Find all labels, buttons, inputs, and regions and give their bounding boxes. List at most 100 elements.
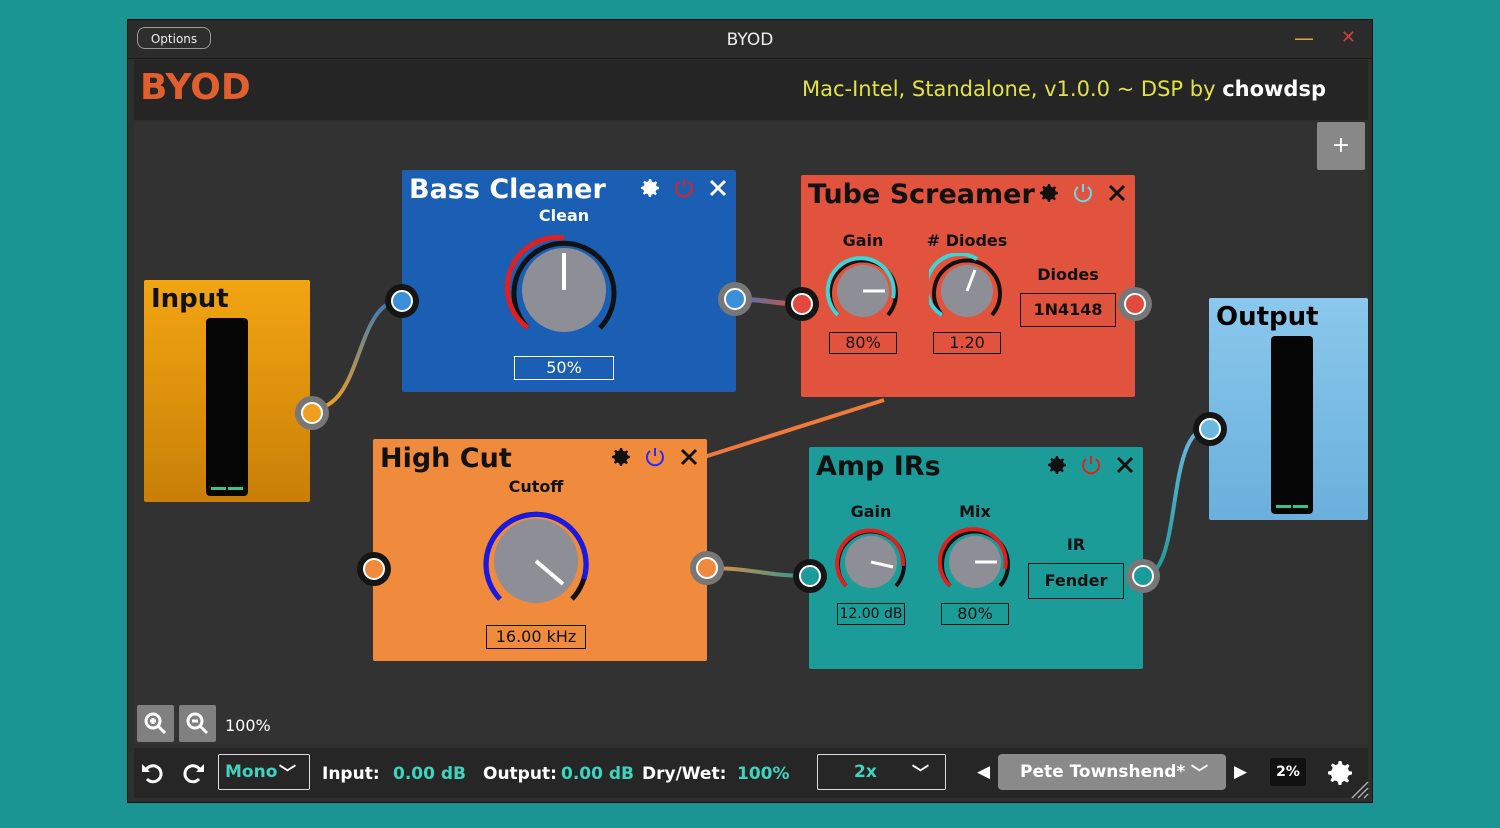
zoom-in-button[interactable]	[137, 705, 174, 742]
tube-screamer-out-port[interactable]	[1124, 293, 1146, 315]
diode-type-select[interactable]: 1N4148	[1020, 293, 1116, 327]
bass-cleaner-in-port[interactable]	[391, 290, 413, 312]
ir-gain-knob[interactable]	[833, 524, 909, 594]
diodes-knob[interactable]	[929, 253, 1005, 323]
bass-cleaner-module[interactable]: Bass Cleaner Clean 50%	[402, 170, 736, 392]
high-cut-in-port[interactable]	[363, 558, 385, 580]
gain-label: Gain	[850, 502, 892, 521]
power-icon[interactable]	[1071, 181, 1095, 205]
amp-irs-in-port[interactable]	[799, 565, 821, 587]
cutoff-knob[interactable]	[474, 499, 598, 613]
ir-select[interactable]: Fender	[1028, 563, 1124, 599]
resize-handle-icon[interactable]	[1348, 778, 1370, 800]
amp-irs-out-port[interactable]	[1132, 565, 1154, 587]
mix-knob[interactable]	[937, 524, 1013, 594]
tube-screamer-module[interactable]: Tube Screamer Gain 80% # Diodes 1.20 Dio…	[801, 175, 1135, 397]
clean-knob[interactable]	[502, 228, 626, 342]
high-cut-out-port[interactable]	[696, 557, 718, 579]
cpu-meter: 2%	[1270, 758, 1306, 786]
cutoff-label: Cutoff	[508, 477, 564, 496]
close-icon[interactable]	[706, 176, 730, 200]
close-icon[interactable]: ✕	[1341, 27, 1356, 48]
zoom-out-button[interactable]	[179, 705, 216, 742]
preset-dropdown[interactable]: Pete Townshend* ﹀	[998, 754, 1226, 790]
module-title: Output	[1216, 302, 1319, 332]
app-window: Options BYOD — ✕ BYOD Mac-Intel, Standal…	[127, 19, 1373, 803]
zoom-level: 100%	[225, 716, 271, 735]
zoom-in-icon	[144, 712, 167, 735]
channel-mode-value: Mono	[225, 762, 278, 782]
input-gain-value[interactable]: 0.00 dB	[393, 764, 466, 784]
output-level-meter	[1271, 336, 1313, 514]
gear-icon[interactable]	[1037, 181, 1061, 205]
output-module[interactable]: Output	[1209, 298, 1368, 520]
module-title: Bass Cleaner	[409, 174, 606, 205]
diodes-count-label: # Diodes	[926, 231, 1008, 250]
tube-screamer-in-port[interactable]	[791, 293, 813, 315]
author-name: chowdsp	[1222, 77, 1326, 101]
title-bar: Options BYOD — ✕	[128, 20, 1372, 59]
channel-mode-dropdown[interactable]: Mono ﹀	[218, 754, 310, 790]
power-icon[interactable]	[672, 176, 696, 200]
header-bar: BYOD Mac-Intel, Standalone, v1.0.0 ~ DSP…	[134, 60, 1368, 120]
bass-cleaner-out-port[interactable]	[724, 288, 746, 310]
chevron-down-icon: ﹀	[279, 764, 296, 784]
module-title: Input	[151, 284, 229, 314]
cable-input-bass	[311, 298, 403, 411]
diodes-value[interactable]: 1.20	[933, 332, 1001, 354]
input-module[interactable]: Input	[144, 280, 310, 502]
clean-value[interactable]: 50%	[514, 356, 614, 380]
high-cut-module[interactable]: High Cut Cutoff 16.00 kHz	[373, 439, 707, 661]
preset-name: Pete Townshend*	[1020, 762, 1186, 782]
bottom-toolbar: Mono ﹀ Input: 0.00 dB Output: 0.00 dB Dr…	[134, 748, 1368, 798]
module-title: High Cut	[380, 443, 512, 474]
board-canvas[interactable]: + Input Bass Cleaner Clean 50% Tube Scre…	[134, 122, 1368, 744]
clean-label: Clean	[538, 206, 590, 225]
close-icon[interactable]	[1113, 453, 1137, 477]
cable-amp-output	[1142, 426, 1210, 578]
version-text: Mac-Intel, Standalone, v1.0.0 ~ DSP by	[801, 77, 1216, 101]
power-icon[interactable]	[643, 445, 667, 469]
input-level-meter	[206, 318, 248, 496]
ir-gain-value[interactable]: 12.00 dB	[837, 603, 905, 625]
gear-icon[interactable]	[609, 445, 633, 469]
output-gain-value[interactable]: 0.00 dB	[561, 764, 634, 784]
diode-type-label: Diodes	[1037, 265, 1099, 284]
close-icon[interactable]	[1105, 181, 1129, 205]
cutoff-value[interactable]: 16.00 kHz	[486, 625, 586, 649]
amp-irs-module[interactable]: Amp IRs Gain 12.00 dB Mix 80% IR Fender	[809, 447, 1143, 669]
module-title: Tube Screamer	[808, 179, 1035, 210]
version-info: Mac-Intel, Standalone, v1.0.0 ~ DSP by c…	[802, 77, 1326, 101]
close-icon[interactable]	[677, 445, 701, 469]
undo-icon[interactable]	[140, 760, 166, 786]
gear-icon[interactable]	[638, 176, 662, 200]
output-in-port[interactable]	[1199, 418, 1221, 440]
brand-logo: BYOD	[140, 67, 251, 108]
ir-label: IR	[1066, 535, 1086, 554]
input-gain-label: Input:	[322, 764, 380, 784]
zoom-out-icon	[186, 712, 209, 735]
dry-wet-value[interactable]: 100%	[737, 764, 790, 784]
power-icon[interactable]	[1079, 453, 1103, 477]
gain-label: Gain	[842, 231, 884, 250]
next-preset-icon[interactable]: ▶	[1234, 762, 1247, 782]
output-gain-label: Output:	[483, 764, 557, 784]
cables-layer	[311, 296, 1210, 578]
oversampling-dropdown[interactable]: 2x ﹀	[817, 754, 946, 790]
chevron-down-icon: ﹀	[1191, 764, 1208, 784]
input-out-port[interactable]	[301, 402, 323, 424]
oversampling-value: 2x	[854, 762, 877, 782]
gear-icon[interactable]	[1045, 453, 1069, 477]
chevron-down-icon: ﹀	[912, 764, 929, 784]
minimize-icon[interactable]: —	[1294, 26, 1314, 50]
prev-preset-icon[interactable]: ◀	[977, 762, 990, 782]
gain-knob[interactable]	[825, 253, 901, 323]
gain-value[interactable]: 80%	[829, 332, 897, 354]
redo-icon[interactable]	[180, 760, 206, 786]
mix-label: Mix	[959, 502, 991, 521]
dry-wet-label: Dry/Wet:	[642, 764, 727, 784]
module-title: Amp IRs	[816, 451, 941, 482]
mix-value[interactable]: 80%	[941, 603, 1009, 625]
window-title: BYOD	[726, 30, 774, 50]
add-module-button[interactable]: +	[1317, 122, 1365, 170]
